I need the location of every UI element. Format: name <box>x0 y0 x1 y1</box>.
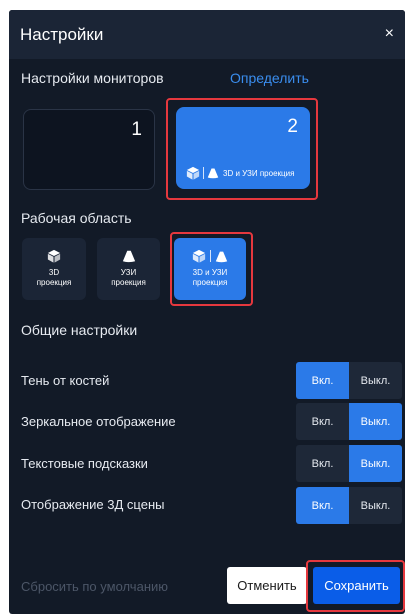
toggle-off-button[interactable]: Выкл. <box>349 487 402 524</box>
toggle-off-button[interactable]: Выкл. <box>349 403 402 440</box>
monitor-1-card[interactable]: 1 <box>23 109 155 190</box>
general-settings-label: Общие настройки <box>21 322 138 338</box>
setting-label-mirror: Зеркальное отображение <box>21 414 176 429</box>
toggle-on-button[interactable]: Вкл. <box>296 487 349 524</box>
setting-label-3d-scene: Отображение 3Д сцены <box>21 497 165 512</box>
cancel-button[interactable]: Отменить <box>227 567 307 604</box>
dialog-header: Настройки × <box>9 10 405 59</box>
toggle-on-button[interactable]: Вкл. <box>296 362 349 399</box>
toggle-mirror: Вкл. Выкл. <box>296 403 403 440</box>
settings-dialog: Настройки × Настройки мониторов Определи… <box>9 10 405 614</box>
dialog-title: Настройки <box>20 25 104 44</box>
identify-link[interactable]: Определить <box>230 70 309 86</box>
highlight-monitor-2 <box>166 98 318 200</box>
toggle-bone-shadow: Вкл. Выкл. <box>296 362 403 399</box>
setting-label-bone-shadow: Тень от костей <box>21 373 110 388</box>
highlight-mode-3d-ultrasound <box>170 232 253 306</box>
mode-ultrasound-button[interactable]: УЗИ проекция <box>97 238 160 300</box>
toggle-off-button[interactable]: Выкл. <box>349 362 402 399</box>
toggle-off-button[interactable]: Выкл. <box>349 445 402 482</box>
mode-label: УЗИ проекция <box>111 268 146 287</box>
monitor-settings-label: Настройки мониторов <box>21 70 164 86</box>
workspace-label: Рабочая область <box>21 210 132 226</box>
cube-icon <box>47 249 61 263</box>
ultrasound-icon <box>122 250 135 263</box>
mode-label: 3D проекция <box>36 268 72 287</box>
toggle-tooltips: Вкл. Выкл. <box>296 445 403 482</box>
monitor-number: 1 <box>131 119 142 140</box>
toggle-on-button[interactable]: Вкл. <box>296 403 349 440</box>
highlight-save-button <box>306 560 405 612</box>
toggle-3d-scene: Вкл. Выкл. <box>296 487 403 524</box>
setting-label-tooltips: Текстовые подсказки <box>21 456 148 471</box>
reset-defaults-link[interactable]: Сбросить по умолчанию <box>21 579 168 594</box>
mode-3d-button[interactable]: 3D проекция <box>22 238 86 300</box>
toggle-on-button[interactable]: Вкл. <box>296 445 349 482</box>
close-icon[interactable]: × <box>385 25 394 43</box>
